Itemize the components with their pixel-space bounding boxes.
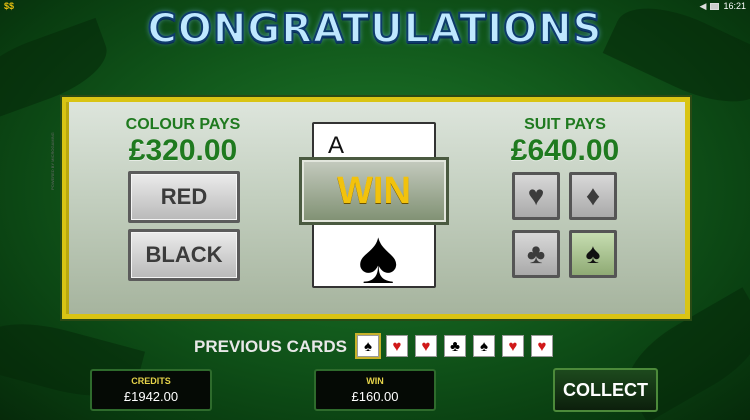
colour-pays-label: COLOUR PAYS <box>125 116 241 133</box>
red-button[interactable]: RED <box>128 171 240 223</box>
black-button[interactable]: BLACK <box>128 229 240 281</box>
credits-value: £1942.00 <box>123 389 179 404</box>
win-banner: WIN <box>299 157 449 225</box>
diamonds-button[interactable]: ♦ <box>569 172 617 220</box>
previous-card-heart-icon: ♥ <box>502 335 524 357</box>
previous-cards-label: PREVIOUS CARDS <box>194 337 348 356</box>
previous-card-heart-icon: ♥ <box>415 335 437 357</box>
previous-card-spade-icon: ♠ <box>357 335 379 357</box>
credits-display: CREDITS £1942.00 <box>90 369 212 411</box>
spades-button[interactable]: ♠ <box>569 230 617 278</box>
previous-card-heart-icon: ♥ <box>386 335 408 357</box>
previous-card-spade-icon: ♠ <box>473 335 495 357</box>
page-title: CONGRATULATIONS <box>147 5 603 53</box>
panel-accent-strip <box>66 102 69 314</box>
suit-pays-label: SUIT PAYS <box>524 116 606 133</box>
credits-label: CREDITS <box>131 376 171 386</box>
collect-button[interactable]: COLLECT <box>553 368 658 412</box>
side-caption: POWERED BY MICROGAMING <box>50 132 55 190</box>
win-value: £160.00 <box>351 389 399 404</box>
win-display: WIN £160.00 <box>314 369 436 411</box>
previous-card-heart-icon: ♥ <box>531 335 553 357</box>
colour-pays-value: £320.00 <box>128 134 238 167</box>
spade-icon: ♠ <box>358 215 399 300</box>
previous-card-club-icon: ♣ <box>444 335 466 357</box>
win-label: WIN <box>366 376 384 386</box>
hearts-button[interactable]: ♥ <box>512 172 560 220</box>
clubs-button[interactable]: ♣ <box>512 230 560 278</box>
suit-pays-value: £640.00 <box>510 134 620 167</box>
card-rank: A <box>328 132 345 159</box>
